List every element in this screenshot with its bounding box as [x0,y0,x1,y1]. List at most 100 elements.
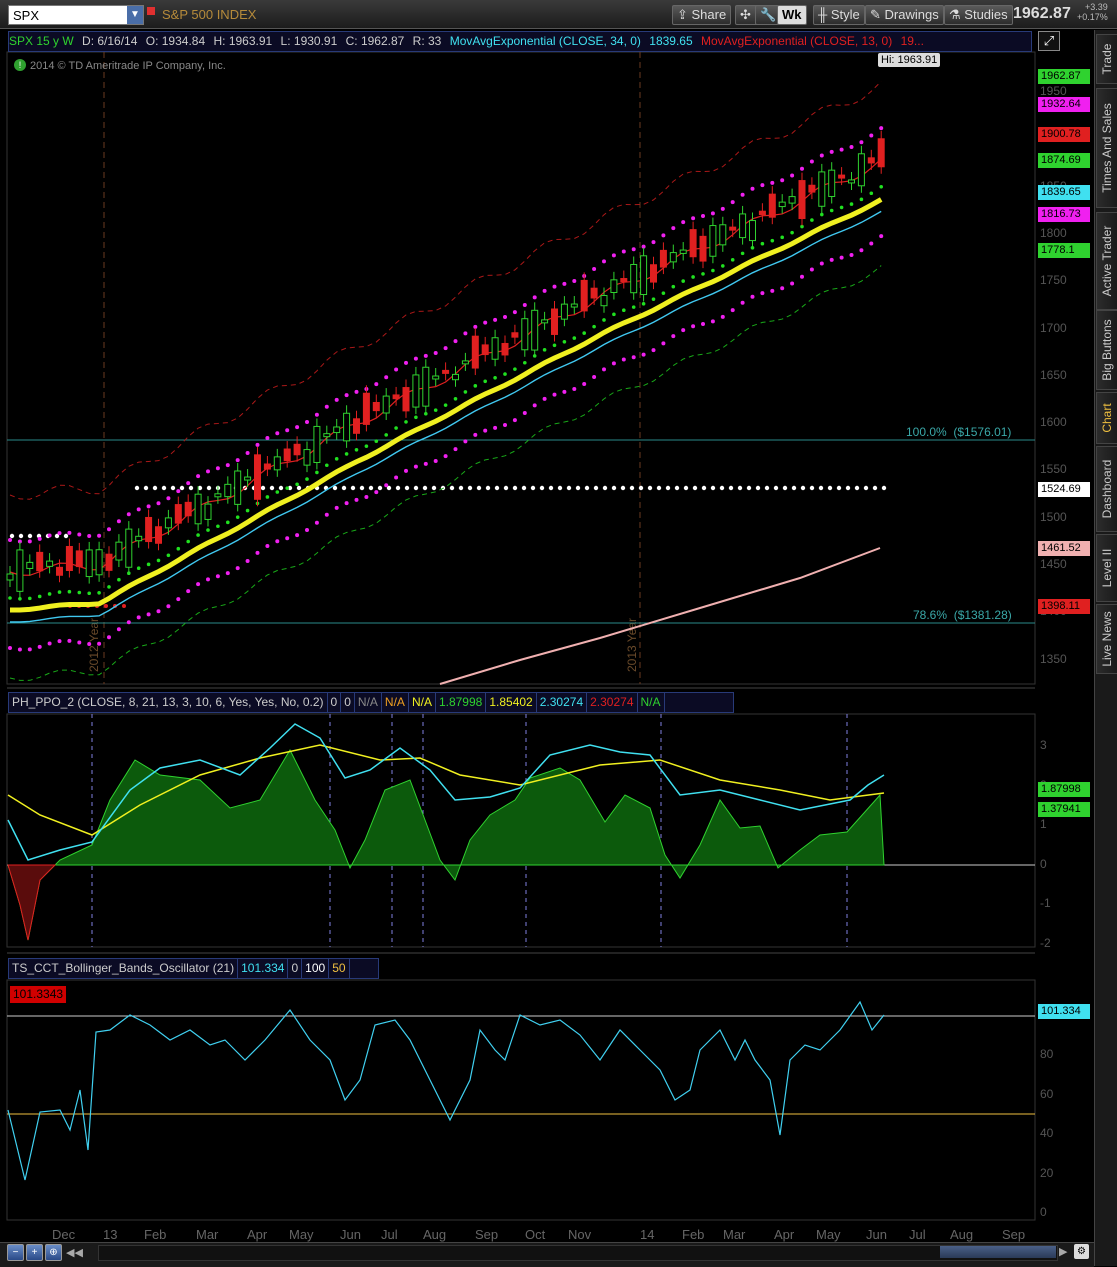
support-dot [647,485,653,491]
lower-bb-dot [47,641,52,646]
lower-bb-dot [552,392,557,397]
support-dot [845,485,851,491]
candle-body [382,395,390,414]
expand-chart-icon[interactable]: ⤢ [1038,31,1060,51]
green-dot [404,420,408,424]
upper-bb-dot [651,240,656,245]
green-dot [849,202,854,206]
green-dot [483,379,488,384]
fib-786-level: 78.6% ($1381.28) [913,608,1012,622]
green-dot [671,284,676,289]
candle-body [828,169,836,197]
lower-bb-dot [374,490,379,495]
support-dot [719,485,725,491]
support-dot [665,485,671,491]
lower-bb-dot [641,352,646,357]
tab-times-and-sales[interactable]: Times And Sales [1096,88,1117,208]
candle-body [848,179,855,184]
candle-body [818,171,826,207]
upper-bb-dot [829,149,834,154]
price-tick: 1750 [1040,273,1067,288]
ppo-study-name[interactable]: PH_PPO_2 (CLOSE, 8, 21, 13, 3, 10, 6, Ye… [9,693,328,712]
tab-dashboard[interactable]: Dashboard [1096,446,1117,532]
time-tick: Feb [682,1227,705,1242]
price-study-header: SPX 15 y W D: 6/16/14 O: 1934.84 H: 1963… [8,31,1032,52]
green-dot [87,591,91,596]
green-dot [156,558,161,563]
candle-body [590,287,598,299]
zoom-fit-icon[interactable]: ⊕ [45,1244,62,1261]
tab-big-buttons[interactable]: Big Buttons [1096,310,1117,390]
green-dot [810,218,814,222]
time-tick: Oct [525,1227,546,1242]
lower-bb-dot [27,647,32,652]
candle-body [798,180,806,220]
bar-high: H: 1963.91 [213,34,273,48]
candle-body [194,493,202,525]
green-dot [790,230,794,235]
candle-body [343,412,351,442]
candle-body [333,426,341,434]
support-dot [872,485,878,491]
lower-bb-dot [730,308,735,313]
upper-bb-dot [849,144,854,149]
candle-body [867,157,875,164]
upper-bb-dot [760,183,765,188]
lower-bb-dot [760,291,765,296]
settings-gear-icon[interactable]: ⚙ [1074,1244,1089,1259]
support-dot [638,485,644,491]
zoom-in-icon[interactable]: + [26,1244,43,1261]
ppo-value-cell: N/A [355,693,382,712]
upper-bb-dot [780,178,785,183]
lower-bb-dot [186,589,191,594]
ppo-value-cell: 0 [341,693,355,712]
time-tick: Dec [52,1227,76,1242]
candle-body [422,366,430,407]
lower-bb-dot [522,411,527,416]
price-label: 1839.65 [1038,185,1090,200]
time-tick: Apr [247,1227,268,1242]
ppo-value-cell: N/A [382,693,409,712]
lower-bb-dot [651,348,656,353]
tab-live-news[interactable]: Live News [1096,604,1117,674]
support-dot [584,485,590,491]
green-dot [572,336,577,340]
lower-bb-dot [354,497,359,502]
tab-active-trader[interactable]: Active Trader [1096,212,1117,310]
bbo-study-name[interactable]: TS_CCT_Bollinger_Bands_Oscillator (21) [9,959,239,978]
tab-trade[interactable]: Trade [1096,34,1117,84]
green-dot [631,305,636,309]
support-dot [422,485,428,491]
time-tick: May [816,1227,841,1242]
lower-bb-dot [176,597,181,602]
candle-body [313,425,321,463]
upper-bb-dot [631,247,636,252]
info-icon[interactable]: ! [14,59,26,71]
lower-bb-dot [671,334,676,339]
support-dot [782,485,788,491]
bar-close: C: 1962.87 [345,34,405,48]
ema34-label[interactable]: MovAvgExponential (CLOSE, 34, 0) [450,34,641,48]
tab-chart[interactable]: Chart [1096,392,1117,444]
tab-level-ii[interactable]: Level II [1096,534,1117,602]
candle-body [254,454,261,500]
green-dot [503,372,507,376]
ema13-label[interactable]: MovAvgExponential (CLOSE, 13, 0) [701,34,892,48]
time-tick: 13 [103,1227,118,1242]
time-scrollbar[interactable] [98,1245,1058,1261]
upper-bb-dot [47,533,52,538]
scroll-end-icon[interactable]: ▶ [1059,1245,1067,1258]
green-dot [216,524,220,529]
zoom-out-icon[interactable]: − [7,1244,24,1261]
upper-bb-dot [77,532,82,537]
candle-body [372,401,380,412]
lower-bb-dot [562,389,567,394]
green-dot [681,279,685,283]
hide-panels-icon[interactable]: ◀◀ [66,1246,83,1259]
candle-body [729,226,737,231]
support-dot [143,485,149,491]
support-dot [629,485,635,491]
support-dot [881,485,887,491]
scrollbar-thumb[interactable] [940,1246,1056,1258]
support-dot [503,485,509,491]
